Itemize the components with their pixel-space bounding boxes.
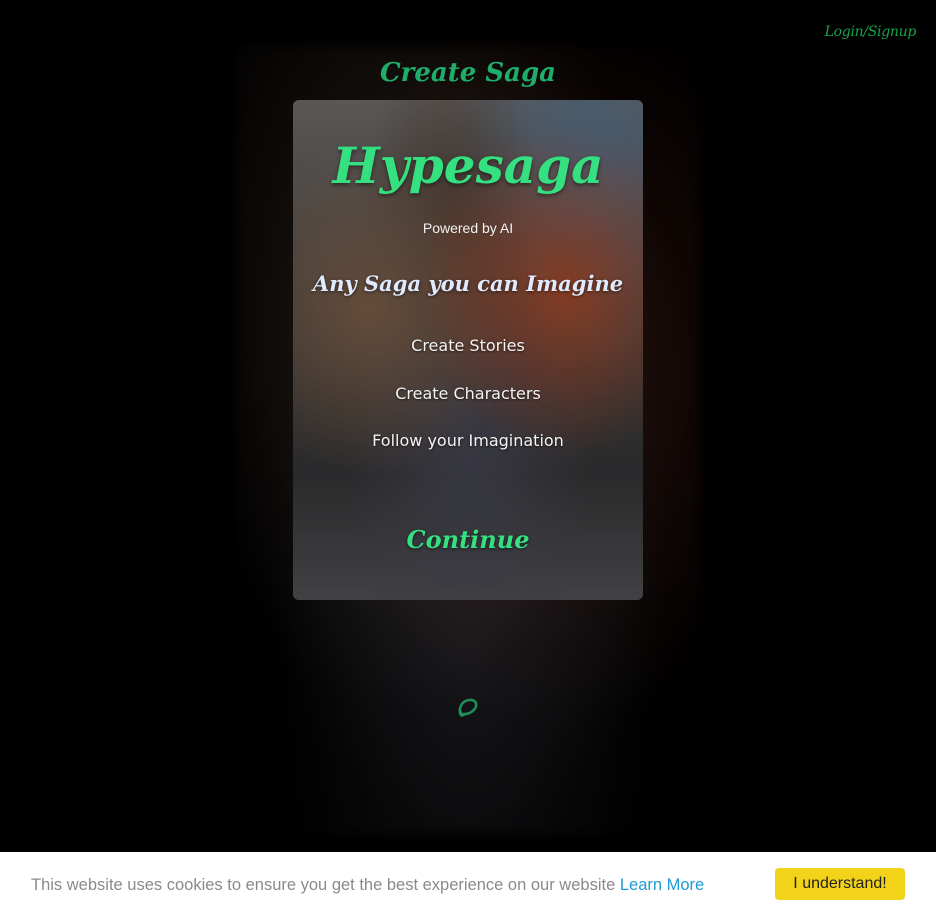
cookie-banner: This website uses cookies to ensure you …: [0, 852, 936, 917]
cookie-message-text: This website uses cookies to ensure you …: [31, 876, 620, 894]
page: Login/Signup Create Saga Hypesaga Powere…: [0, 0, 936, 917]
feature-create-stories: Create Stories: [411, 336, 525, 355]
hero-card: Hypesaga Powered by AI Any Saga you can …: [293, 100, 643, 600]
cookie-accept-button[interactable]: I understand!: [775, 868, 905, 900]
brand-logo-text: Hypesaga: [332, 136, 604, 195]
learn-more-link[interactable]: Learn More: [620, 876, 704, 894]
page-title: Create Saga: [379, 58, 557, 88]
continue-button[interactable]: Continue: [407, 525, 530, 554]
tagline: Any Saga you can Imagine: [312, 271, 624, 296]
hero-card-content: Hypesaga Powered by AI Any Saga you can …: [293, 100, 643, 600]
cookie-message: This website uses cookies to ensure you …: [31, 876, 704, 895]
powered-by-text: Powered by AI: [422, 220, 514, 236]
feature-follow-imagination: Follow your Imagination: [372, 431, 564, 450]
feature-create-characters: Create Characters: [395, 384, 541, 403]
login-signup-link[interactable]: Login/Signup: [825, 24, 917, 40]
spinner-icon: [458, 698, 478, 717]
